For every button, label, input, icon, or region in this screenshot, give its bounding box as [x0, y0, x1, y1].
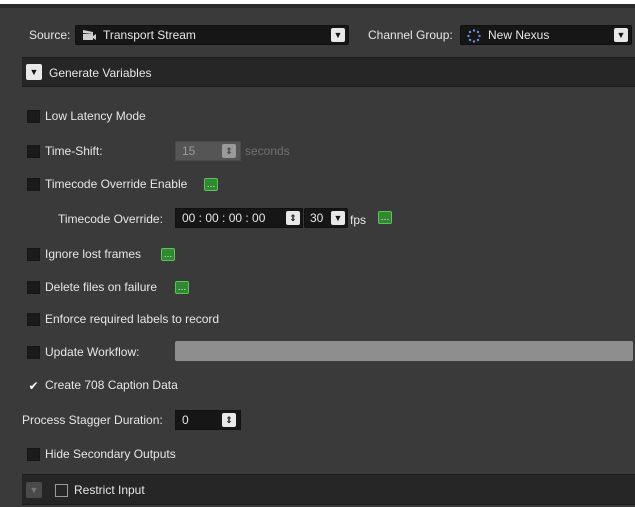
spinner-icon [467, 29, 481, 43]
low-latency-label: Low Latency Mode [45, 109, 146, 123]
enforce-labels-label: Enforce required labels to record [45, 312, 220, 326]
ignore-lost-frames-label: Ignore lost frames [45, 247, 142, 261]
timecode-override-enable-label: Timecode Override Enable [45, 177, 188, 191]
source-label: Source: [29, 28, 71, 42]
timecode-variable-button[interactable]: … [378, 211, 392, 224]
time-shift-label: Time-Shift: [45, 144, 103, 158]
process-stagger-spinner-icon[interactable]: ⇕ [222, 413, 236, 427]
chevron-down-icon: ▼ [331, 28, 345, 42]
clapperboard-icon [82, 29, 96, 41]
fps-dropdown[interactable]: 30 ▼ [304, 208, 348, 228]
time-shift-spinner-icon[interactable]: ⇕ [222, 144, 236, 158]
process-stagger-label: Process Stagger Duration: [22, 413, 163, 427]
generate-variables-header[interactable]: ▼ Generate Variables [22, 57, 635, 87]
channel-group-value: New Nexus [488, 28, 550, 42]
update-workflow-input[interactable] [175, 341, 633, 361]
time-shift-value: 15 [182, 144, 196, 158]
low-latency-checkbox[interactable] [27, 110, 40, 123]
timecode-override-input[interactable]: 00 : 00 : 00 : 00 [175, 208, 303, 228]
create-708-label: Create 708 Caption Data [45, 378, 178, 392]
process-stagger-value: 0 [182, 413, 189, 427]
create-708-checkbox[interactable]: ✔ [27, 379, 40, 392]
hide-secondary-checkbox[interactable] [27, 448, 40, 461]
delete-on-failure-variable-button[interactable]: … [175, 281, 189, 294]
chevron-down-icon: ▼ [614, 28, 628, 42]
enforce-labels-checkbox[interactable] [27, 313, 40, 326]
channel-group-label: Channel Group: [368, 28, 453, 42]
expand-arrow-icon[interactable]: ▼ [26, 64, 42, 80]
ignore-lost-frames-checkbox[interactable] [27, 248, 40, 261]
delete-on-failure-label: Delete files on failure [45, 280, 158, 294]
generate-variables-label: Generate Variables [49, 66, 152, 80]
time-shift-checkbox[interactable] [27, 145, 40, 158]
source-dropdown[interactable]: Transport Stream ▼ [75, 25, 349, 45]
hide-secondary-label: Hide Secondary Outputs [45, 447, 176, 461]
chevron-down-icon: ▼ [331, 211, 345, 225]
timecode-enable-variable-button[interactable]: … [204, 178, 218, 191]
fps-label: fps [350, 213, 367, 227]
window-header-edge [0, 4, 635, 8]
restrict-input-header[interactable]: ▼ Restrict Input [22, 474, 635, 505]
ignore-lost-frames-variable-button[interactable]: … [161, 248, 175, 261]
update-workflow-label: Update Workflow: [45, 345, 140, 359]
delete-on-failure-checkbox[interactable] [27, 281, 40, 294]
timecode-override-enable-checkbox[interactable] [27, 178, 40, 191]
restrict-input-checkbox[interactable] [55, 484, 68, 497]
collapsed-expand-icon[interactable]: ▼ [26, 482, 42, 498]
timecode-value: 00 : 00 : 00 : 00 [182, 211, 266, 225]
timecode-override-label: Timecode Override: [58, 212, 163, 226]
source-value: Transport Stream [103, 28, 196, 42]
timecode-spinner-icon[interactable]: ⇕ [286, 211, 300, 225]
restrict-input-label: Restrict Input [74, 483, 145, 497]
fps-value: 30 [310, 211, 324, 225]
time-shift-unit: seconds [245, 144, 290, 158]
channel-group-dropdown[interactable]: New Nexus ▼ [460, 25, 632, 45]
update-workflow-checkbox[interactable] [27, 346, 40, 359]
